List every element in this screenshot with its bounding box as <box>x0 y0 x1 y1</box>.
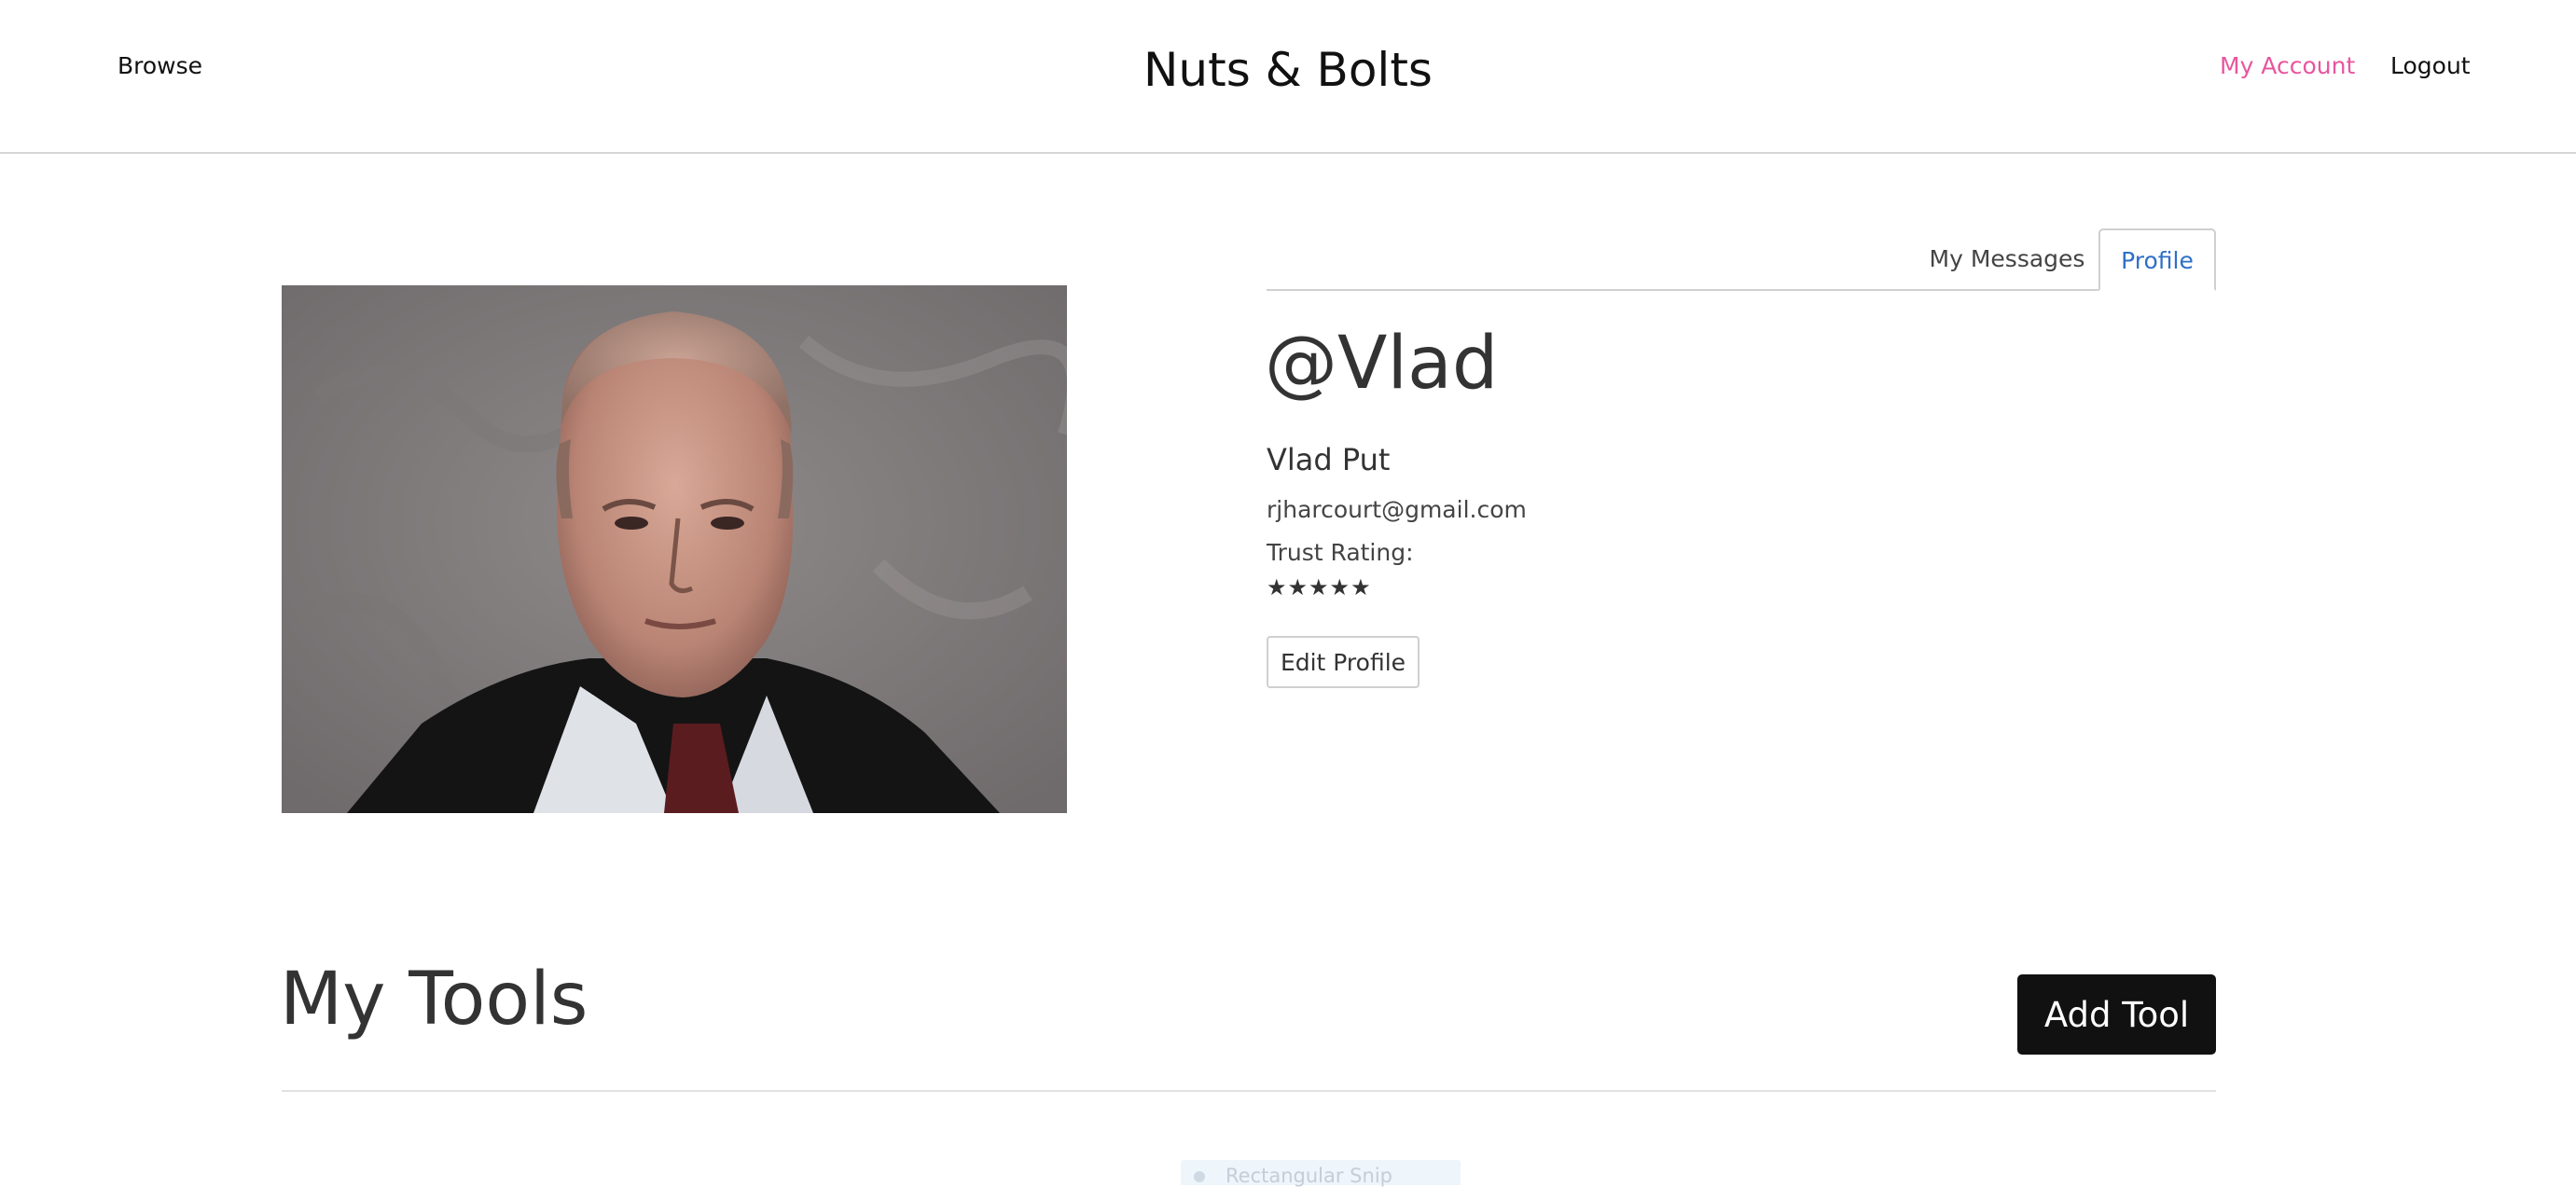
logout-link[interactable]: Logout <box>2390 52 2471 79</box>
profile-full-name: Vlad Put <box>1267 442 1391 477</box>
my-account-link[interactable]: My Account <box>2220 52 2355 79</box>
profile-photo-image <box>282 285 1067 813</box>
profile-photo <box>282 285 1067 813</box>
snip-mode-icon <box>1194 1171 1205 1182</box>
snip-toolbar-overlay: Rectangular Snip <box>1181 1160 1461 1187</box>
profile-handle: @Vlad <box>1265 322 1499 406</box>
edit-profile-button[interactable]: Edit Profile <box>1267 636 1420 688</box>
trust-rating-label: Trust Rating: <box>1267 539 1414 566</box>
add-tool-button[interactable]: Add Tool <box>2017 974 2216 1055</box>
snip-mode-label: Rectangular Snip <box>1226 1165 1392 1187</box>
tab-my-messages[interactable]: My Messages <box>1916 228 2098 290</box>
my-tools-heading: My Tools <box>280 958 589 1042</box>
trust-rating-stars: ★★★★★ <box>1267 574 1372 600</box>
tab-profile[interactable]: Profile <box>2098 228 2216 291</box>
top-navbar: Browse Nuts & Bolts My Account Logout <box>0 0 2576 154</box>
brand-title[interactable]: Nuts & Bolts <box>0 43 2576 97</box>
profile-email: rjharcourt@gmail.com <box>1267 496 1527 523</box>
tools-divider <box>282 1090 2216 1092</box>
